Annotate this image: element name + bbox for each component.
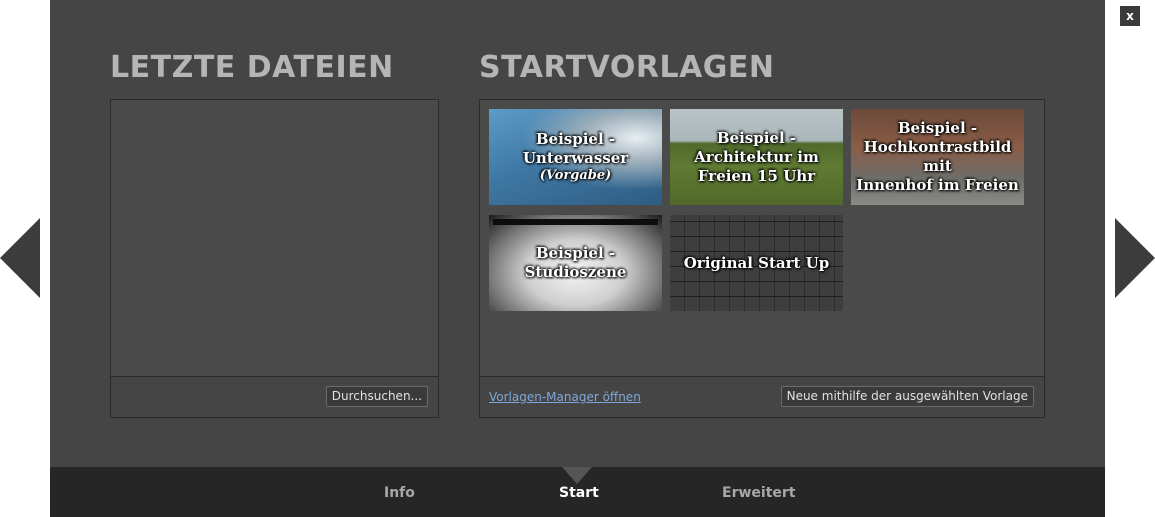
new-from-template-button[interactable]: Neue mithilfe der ausgewählten Vorlage <box>780 386 1034 407</box>
template-label-line: Innenhof im Freien <box>856 176 1019 194</box>
bottom-tab-bar: Info Start Erweitert <box>50 467 1105 517</box>
start-templates-footer: Vorlagen-Manager öffnen Neue mithilfe de… <box>480 376 1044 417</box>
template-tile-underwater[interactable]: Beispiel - Unterwasser (Vorgabe) <box>489 109 662 205</box>
previous-arrow-icon[interactable] <box>0 218 40 298</box>
template-label-line: Beispiel - <box>897 119 978 137</box>
next-arrow-icon[interactable] <box>1115 218 1155 298</box>
tab-start[interactable]: Start <box>559 485 599 501</box>
tab-advanced[interactable]: Erweitert <box>722 485 795 501</box>
close-button[interactable]: x <box>1120 6 1140 26</box>
template-label: Beispiel - Studioszene <box>525 244 627 282</box>
template-label-line: Original Start Up <box>683 253 830 272</box>
template-label-line: Hochkontrastbild mit <box>863 138 1012 175</box>
recent-files-title: LETZTE DATEIEN <box>110 50 394 85</box>
template-label-line: Beispiel - <box>535 130 616 148</box>
tab-info[interactable]: Info <box>384 485 415 501</box>
template-label: Beispiel - Hochkontrastbild mit Innenhof… <box>851 119 1024 195</box>
template-label-line: Studioszene <box>524 263 627 281</box>
template-tile-high-contrast[interactable]: Beispiel - Hochkontrastbild mit Innenhof… <box>851 109 1024 205</box>
template-tile-architecture[interactable]: Beispiel - Architektur im Freien 15 Uhr <box>670 109 843 205</box>
template-label-line: Freien 15 Uhr <box>697 166 816 185</box>
recent-files-panel: Durchsuchen... <box>110 99 439 418</box>
welcome-screen: LETZTE DATEIEN STARTVORLAGEN Durchsuchen… <box>50 0 1105 517</box>
template-manager-link[interactable]: Vorlagen-Manager öffnen <box>489 390 641 404</box>
start-templates-panel: Beispiel - Unterwasser (Vorgabe) Beispie… <box>479 99 1045 418</box>
template-label: Beispiel - Unterwasser (Vorgabe) <box>523 130 628 184</box>
template-label-default: (Vorgabe) <box>539 168 612 183</box>
browse-button[interactable]: Durchsuchen... <box>325 386 428 407</box>
active-tab-indicator-icon <box>562 467 592 484</box>
recent-files-footer: Durchsuchen... <box>111 376 438 417</box>
start-templates-title: STARTVORLAGEN <box>479 50 775 85</box>
template-label-line: Beispiel - <box>535 244 616 262</box>
template-label-line: Architektur im <box>694 147 819 166</box>
template-tile-original-start-up[interactable]: Original Start Up <box>670 215 843 311</box>
template-label-line: Unterwasser <box>522 149 629 167</box>
studio-light-frame <box>493 219 658 225</box>
template-tile-studio[interactable]: Beispiel - Studioszene <box>489 215 662 311</box>
template-label: Original Start Up <box>684 254 830 273</box>
template-label: Beispiel - Architektur im Freien 15 Uhr <box>694 129 819 186</box>
template-label-line: Beispiel - <box>716 128 797 147</box>
